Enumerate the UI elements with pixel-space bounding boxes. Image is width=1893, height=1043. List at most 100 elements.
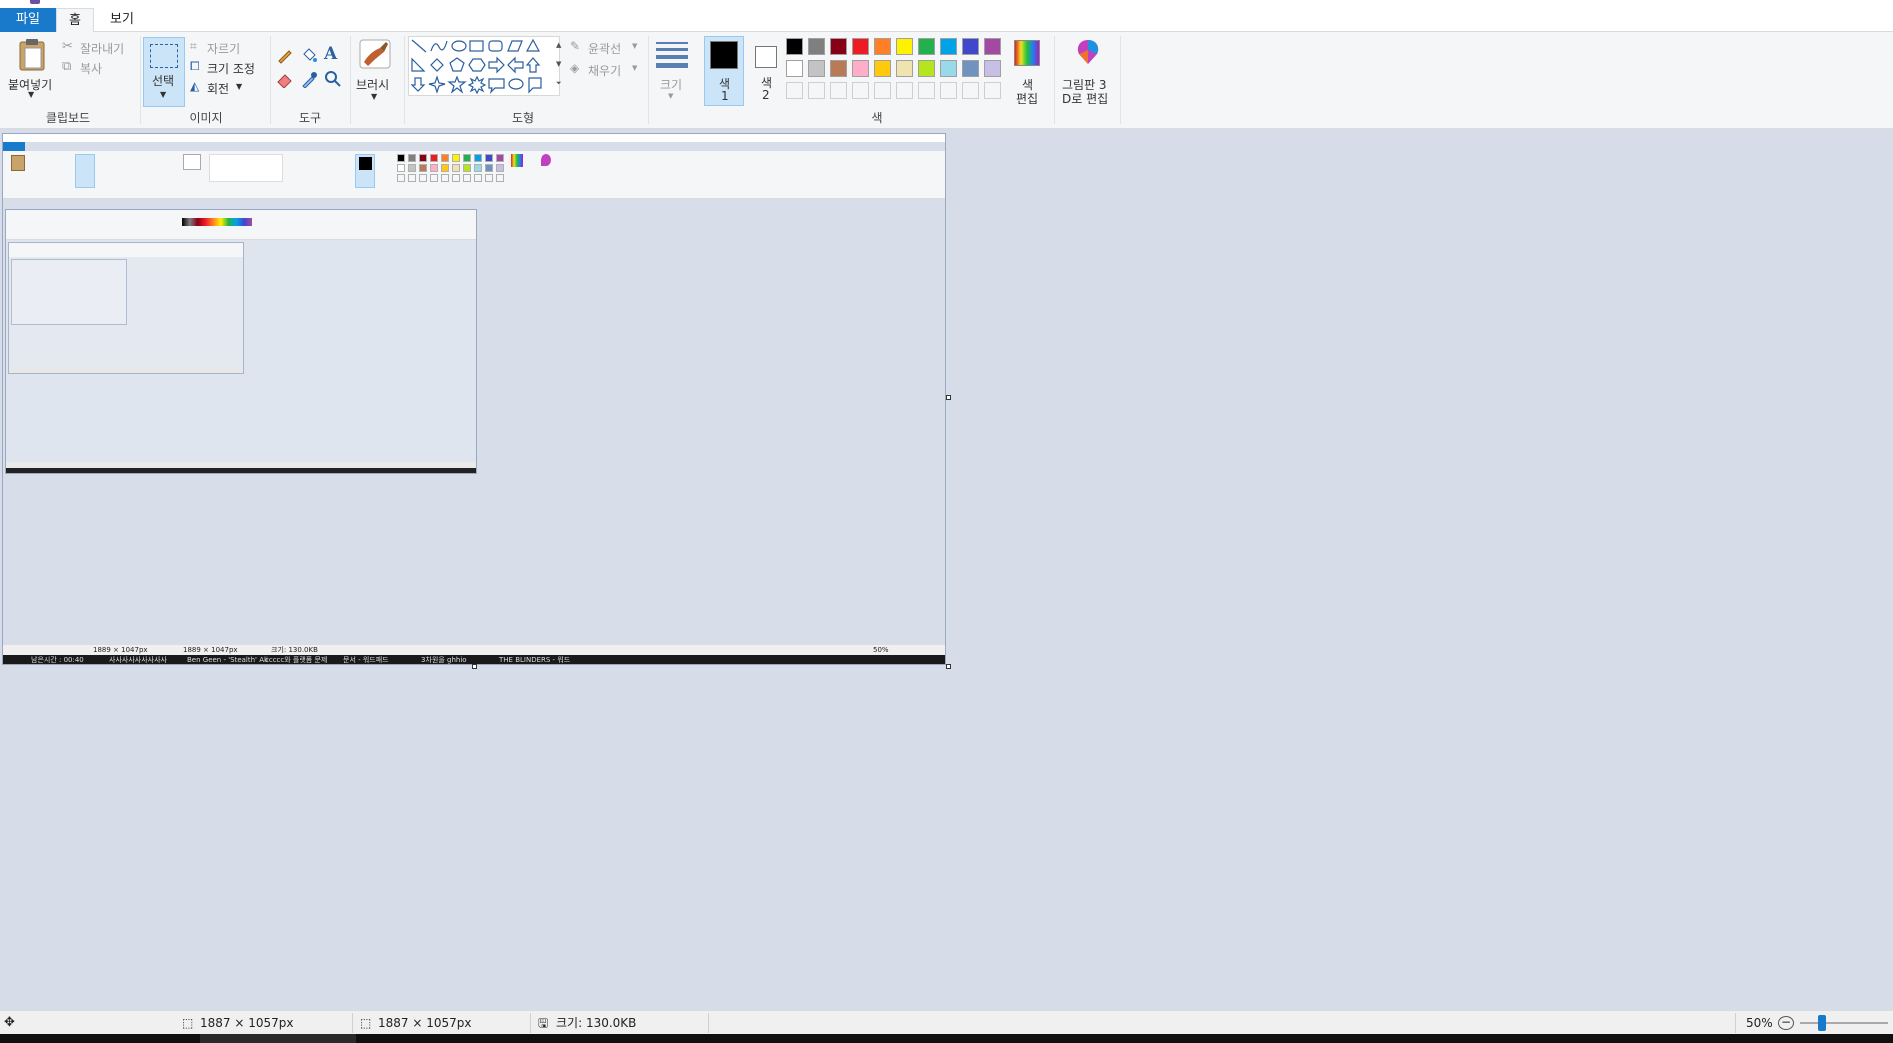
embedded-palette-swatch [419, 164, 427, 172]
palette-color-swatch[interactable] [830, 38, 847, 55]
palette-color-swatch[interactable] [918, 38, 935, 55]
palette-color-swatch[interactable] [852, 60, 869, 77]
crop-button[interactable]: ⌗ 자르기 [190, 38, 270, 56]
cut-button[interactable]: ✂ 잘라내기 [62, 38, 132, 56]
tab-file[interactable]: 파일 [0, 8, 56, 32]
palette-custom-slot[interactable] [830, 82, 847, 99]
zoom-slider[interactable] [1800, 1022, 1888, 1024]
palette-color-swatch[interactable] [940, 38, 957, 55]
embedded-palette-swatch [485, 154, 493, 162]
shapes-gallery[interactable] [408, 36, 560, 96]
palette-color-swatch[interactable] [830, 60, 847, 77]
palette-color-swatch[interactable] [808, 60, 825, 77]
palette-custom-slot[interactable] [808, 82, 825, 99]
taskbar-item-active[interactable] [200, 1034, 356, 1043]
divider [1120, 36, 1121, 124]
palette-color-swatch[interactable] [874, 60, 891, 77]
resize-handle-bottom[interactable] [472, 664, 477, 669]
select-button[interactable]: 선택 ▼ [143, 37, 185, 107]
canvas-area[interactable]: 1889 × 1047px 1889 × 1047px 크기: 130.0KB … [0, 129, 1893, 1010]
embedded-rainbow [511, 154, 523, 167]
fill-icon: ◈ [570, 61, 580, 75]
palette-custom-slot[interactable] [852, 82, 869, 99]
palette-custom-slot[interactable] [984, 82, 1001, 99]
divider [140, 36, 141, 124]
cut-label: 잘라내기 [80, 42, 125, 56]
palette-color-swatch[interactable] [962, 38, 979, 55]
palette-color-swatch[interactable] [918, 60, 935, 77]
divider [530, 1013, 531, 1033]
nested-image-4 [11, 259, 127, 325]
palette-custom-slot[interactable] [786, 82, 803, 99]
brushes-label: 브러시 [356, 78, 390, 92]
embedded-palette-swatch [430, 174, 438, 182]
eraser-tool[interactable] [276, 70, 294, 88]
divider [648, 36, 649, 124]
resize-handle-right[interactable] [946, 395, 951, 400]
edit-colors-label-2: 편집 [1016, 92, 1039, 106]
outline-label: 윤곽선 [588, 42, 622, 56]
rotate-button[interactable]: ◭ 회전 ▼ [190, 78, 270, 96]
edit-with-paint3d-button[interactable]: 그림판 3 D로 편집 [1060, 34, 1116, 106]
embedded-taskbar-item: 문서 - 워드패드 [343, 656, 389, 664]
embedded-shapes [209, 154, 283, 182]
eyedropper-icon [302, 72, 317, 88]
save-icon[interactable] [30, 0, 40, 4]
embedded-palette-swatch [474, 174, 482, 182]
palette-color-swatch[interactable] [896, 60, 913, 77]
embedded-zoom: 50% [873, 646, 889, 654]
tab-home[interactable]: 홈 [56, 8, 94, 33]
chevron-down-icon: ▼ [371, 92, 378, 101]
zoom-slider-thumb[interactable] [1818, 1015, 1826, 1031]
palette-color-swatch[interactable] [940, 60, 957, 77]
palette-color-swatch[interactable] [786, 60, 803, 77]
resize-button[interactable]: ⧠ 크기 조정 [190, 58, 270, 76]
resize-handle-corner[interactable] [946, 664, 951, 669]
brushes-button[interactable]: 브러시 ▼ [354, 34, 396, 106]
palette-custom-slot[interactable] [940, 82, 957, 99]
palette-color-swatch[interactable] [808, 38, 825, 55]
tab-view[interactable]: 보기 [100, 8, 144, 32]
pencil-tool[interactable] [276, 46, 294, 64]
pencil-icon [278, 50, 292, 64]
status-bar: ✥ ⬚ 1887 × 1057px ⬚ 1887 × 1057px 🖫 크기: … [0, 1010, 1893, 1034]
palette-color-swatch[interactable] [852, 38, 869, 55]
size-line [656, 48, 688, 51]
palette-custom-slot[interactable] [918, 82, 935, 99]
embedded-palette-swatch [496, 164, 504, 172]
palette-color-swatch[interactable] [962, 60, 979, 77]
size-button[interactable]: 크기 ▼ [652, 36, 692, 106]
divider [708, 1013, 709, 1033]
shapes-scroll[interactable]: ▲ ▼ ⏷ [556, 36, 564, 96]
palette-color-swatch[interactable] [984, 38, 1001, 55]
paste-button[interactable]: 붙여넣기 ▼ [4, 34, 56, 106]
fill-button[interactable]: ◈ 채우기 ▼ [570, 60, 650, 78]
palette-color-swatch[interactable] [984, 60, 1001, 77]
outline-button[interactable]: ✎ 윤곽선 ▼ [570, 38, 650, 56]
magnifier-tool[interactable] [324, 70, 342, 88]
palette-color-swatch[interactable] [874, 38, 891, 55]
copy-icon: ⧉ [62, 59, 72, 74]
edit-colors-button[interactable]: 색 편집 [1012, 34, 1044, 106]
embedded-palette-swatch [441, 174, 449, 182]
zoom-out-button[interactable]: − [1778, 1016, 1794, 1030]
color2-button[interactable]: 색 2 [748, 36, 784, 106]
palette-color-swatch[interactable] [896, 38, 913, 55]
palette-custom-slot[interactable] [874, 82, 891, 99]
palette-color-swatch[interactable] [786, 38, 803, 55]
embedded-palette-swatch [430, 164, 438, 172]
divider [350, 36, 351, 124]
embedded-select [75, 154, 95, 188]
embedded-palette-swatch [441, 164, 449, 172]
palette-custom-slot[interactable] [962, 82, 979, 99]
text-tool[interactable]: A [324, 44, 342, 64]
chevron-down-icon: ▼ [28, 90, 35, 99]
color1-button[interactable]: 색 1 [704, 36, 744, 106]
color-picker-tool[interactable] [300, 70, 318, 88]
embedded-palette-swatch [463, 174, 471, 182]
canvas-image[interactable]: 1889 × 1047px 1889 × 1047px 크기: 130.0KB … [2, 133, 946, 665]
palette-custom-slot[interactable] [896, 82, 913, 99]
fill-tool[interactable] [300, 46, 318, 64]
copy-button[interactable]: ⧉ 복사 [62, 58, 132, 76]
shapes-group-label: 도형 [511, 111, 535, 125]
